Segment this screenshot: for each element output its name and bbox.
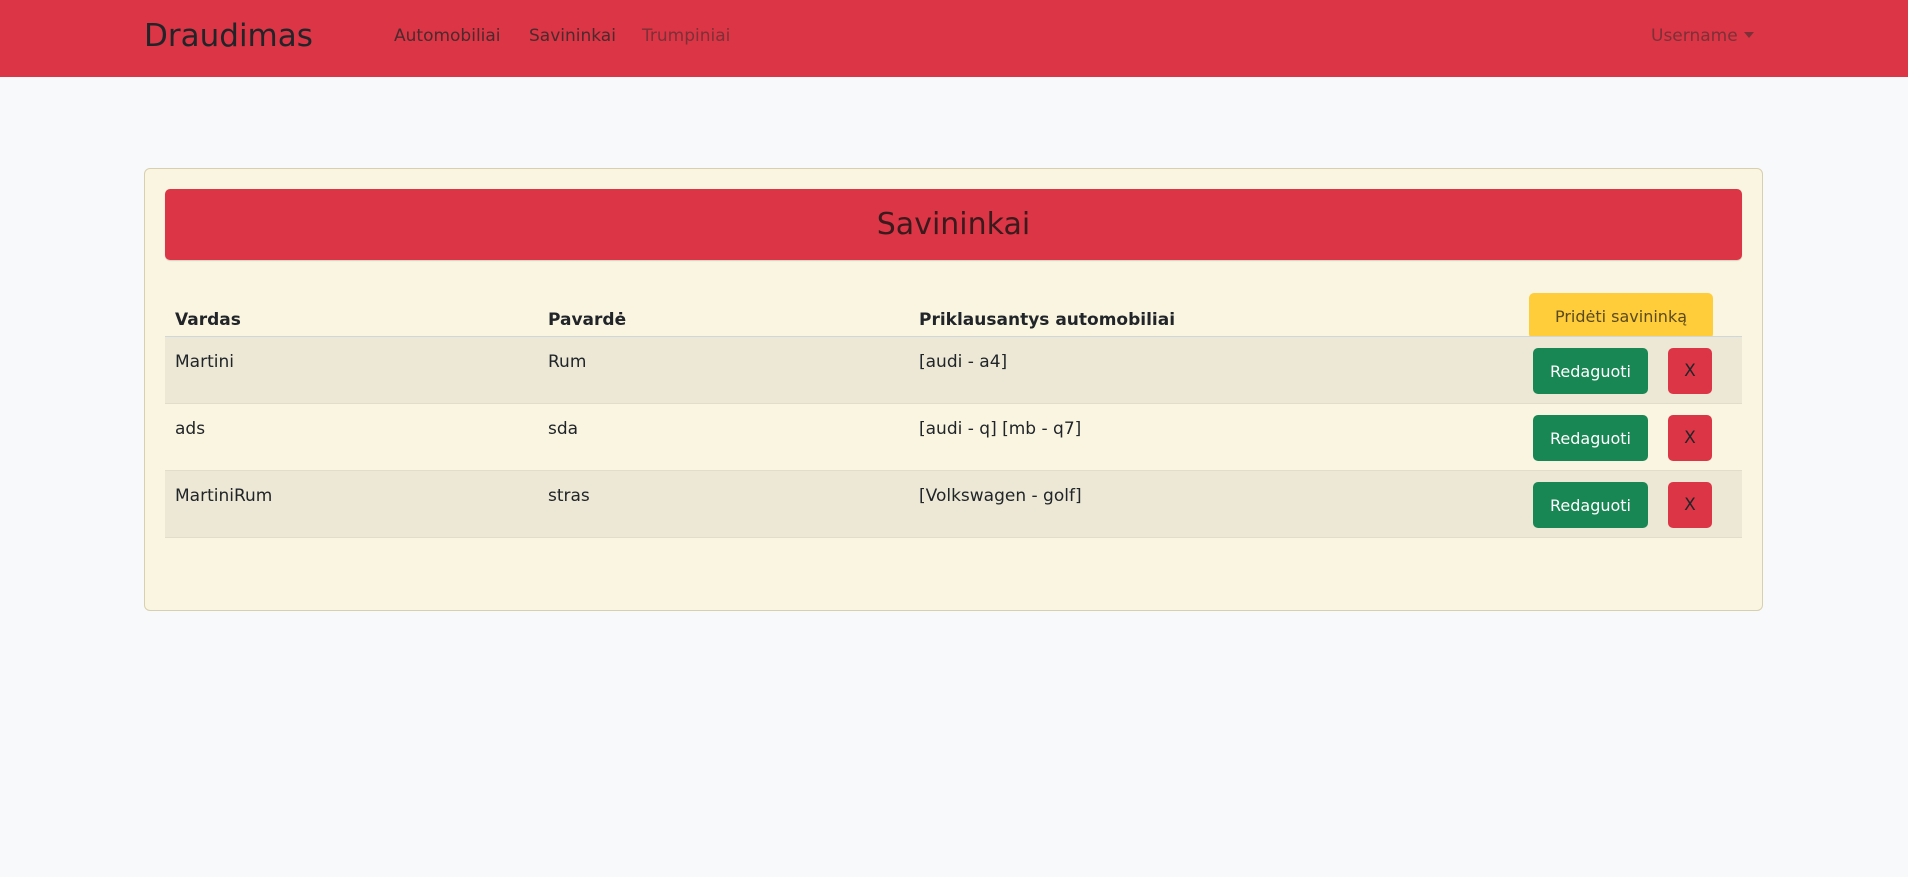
cell-cars: [audi - q] [mb - q7]: [919, 419, 1082, 439]
nav-link-savininkai[interactable]: Savininkai: [529, 25, 616, 47]
table-row: ads sda [audi - q] [mb - q7] Redaguoti X: [165, 404, 1742, 471]
delete-button[interactable]: X: [1668, 482, 1712, 528]
cell-last-name: Rum: [548, 352, 587, 372]
brand-link[interactable]: Draudimas: [144, 17, 313, 55]
cell-first-name: MartiniRum: [175, 486, 273, 506]
table-row: MartiniRum stras [Volkswagen - golf] Red…: [165, 471, 1742, 538]
delete-button[interactable]: X: [1668, 348, 1712, 394]
add-owner-button[interactable]: Pridėti savininką: [1529, 293, 1713, 339]
owners-card: Savininkai Vardas Pavardė Priklausantys …: [144, 168, 1763, 611]
column-header-automobiliai: Priklausantys automobiliai: [919, 310, 1176, 330]
top-navbar: Draudimas Automobiliai Savininkai Trumpi…: [0, 0, 1908, 77]
card-header: Savininkai: [165, 189, 1742, 260]
delete-button[interactable]: X: [1668, 415, 1712, 461]
edit-button[interactable]: Redaguoti: [1533, 415, 1648, 461]
cell-first-name: Martini: [175, 352, 234, 372]
edit-button[interactable]: Redaguoti: [1533, 482, 1648, 528]
user-name: Username: [1651, 26, 1738, 46]
column-header-vardas: Vardas: [175, 310, 241, 330]
cell-first-name: ads: [175, 419, 206, 439]
column-header-pavarde: Pavardė: [548, 310, 627, 330]
cell-last-name: sda: [548, 419, 579, 439]
page-footer-edge: [0, 877, 1908, 884]
cell-last-name: stras: [548, 486, 590, 506]
cell-cars: [audi - a4]: [919, 352, 1008, 372]
user-dropdown[interactable]: Username: [1651, 25, 1754, 47]
page-title: Savininkai: [876, 207, 1031, 242]
caret-down-icon: [1743, 32, 1754, 38]
nav-link-automobiliai[interactable]: Automobiliai: [394, 25, 501, 47]
cell-cars: [Volkswagen - golf]: [919, 486, 1082, 506]
nav-link-trumpiniai[interactable]: Trumpiniai: [642, 25, 730, 47]
table-row: Martini Rum [audi - a4] Redaguoti X: [165, 337, 1742, 404]
edit-button[interactable]: Redaguoti: [1533, 348, 1648, 394]
